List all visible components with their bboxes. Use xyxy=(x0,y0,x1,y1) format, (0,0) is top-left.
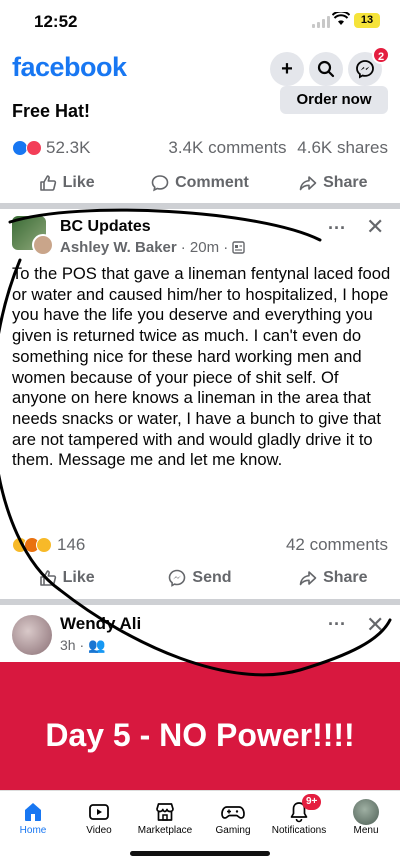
post-share-button[interactable]: Share xyxy=(267,560,400,596)
nav-video[interactable]: Video xyxy=(64,799,134,836)
post-reactions[interactable]: 146 xyxy=(12,535,85,555)
post-body: To the POS that gave a lineman fentynal … xyxy=(12,264,391,470)
avatar-icon xyxy=(353,799,379,825)
signal-icon xyxy=(312,16,330,28)
post2-author[interactable]: Wendy Ali xyxy=(60,614,141,634)
notifications-badge: 9+ xyxy=(302,794,322,810)
search-button[interactable] xyxy=(309,52,343,86)
nav-home-label: Home xyxy=(19,825,47,836)
nav-marketplace[interactable]: Marketplace xyxy=(130,799,200,836)
sad-reaction-icon xyxy=(36,537,52,553)
nav-gaming[interactable]: Gaming xyxy=(198,799,268,836)
messenger-icon xyxy=(356,60,374,79)
love-reaction-icon xyxy=(26,140,42,156)
post-meta: Ashley W. Baker · 20m · xyxy=(60,239,245,256)
gaming-icon xyxy=(221,806,245,819)
facebook-logo[interactable]: facebook xyxy=(12,52,127,83)
close-icon: ✕ xyxy=(366,214,385,239)
home-indicator[interactable] xyxy=(130,851,270,856)
marketplace-icon xyxy=(156,803,174,821)
ad-shares-count[interactable]: 4.6K shares xyxy=(297,138,388,157)
ad-comments-count[interactable]: 3.4K comments xyxy=(168,138,286,157)
post-like-button[interactable]: Like xyxy=(0,560,133,596)
author-avatar[interactable] xyxy=(32,234,54,256)
post-comments-count[interactable]: 42 comments xyxy=(286,535,388,555)
messenger-send-icon xyxy=(169,569,186,587)
wifi-icon xyxy=(331,10,351,30)
feed-divider xyxy=(0,203,400,209)
create-button[interactable]: + xyxy=(270,52,304,86)
nav-home[interactable]: Home xyxy=(0,799,68,836)
share-button[interactable]: Share xyxy=(267,165,400,201)
post-hide-button[interactable]: ✕ xyxy=(366,214,384,240)
battery-indicator: 13 xyxy=(354,13,380,28)
thumbs-up-icon xyxy=(39,175,56,191)
nav-gaming-label: Gaming xyxy=(215,825,251,836)
post2-meta: 3h · 👥 xyxy=(60,637,105,654)
post-time[interactable]: · 20m · xyxy=(181,239,229,256)
close-icon: ✕ xyxy=(366,612,385,637)
post-reaction-count: 146 xyxy=(57,535,86,554)
nav-menu-label: Menu xyxy=(353,825,379,836)
ad-action-bar: Like Comment Share xyxy=(0,165,400,201)
plus-icon: + xyxy=(281,57,293,80)
post-like-label: Like xyxy=(62,569,95,586)
video-icon xyxy=(89,804,109,820)
nav-notifications[interactable]: Notifications xyxy=(264,799,334,836)
search-icon xyxy=(317,60,335,78)
post2-banner-text: Day 5 - NO Power!!!! xyxy=(45,717,355,753)
nav-marketplace-label: Marketplace xyxy=(137,825,193,836)
post-action-bar: Like Send Share xyxy=(0,560,400,596)
nav-menu[interactable]: Menu xyxy=(331,799,400,836)
like-button[interactable]: Like xyxy=(0,165,133,201)
share-icon xyxy=(299,571,317,586)
friends-icon: 👥 xyxy=(88,637,106,653)
share-icon xyxy=(299,176,317,191)
group-name[interactable]: BC Updates xyxy=(60,218,151,236)
post2-time[interactable]: 3h · xyxy=(60,637,84,653)
messenger-badge: 2 xyxy=(372,46,390,64)
post-send-label: Send xyxy=(192,569,232,586)
ad-reactions[interactable]: 52.3K xyxy=(12,138,90,158)
comment-label: Comment xyxy=(175,174,249,191)
post2-more-button[interactable]: ··· xyxy=(328,614,346,635)
post2-hide-button[interactable]: ✕ xyxy=(366,612,384,638)
status-bar: 12:52 13 xyxy=(0,0,400,44)
share-label: Share xyxy=(323,174,368,191)
post-engagement-row: 146 42 comments xyxy=(0,533,400,557)
order-now-button[interactable]: Order now xyxy=(280,86,388,114)
post-author[interactable]: Ashley W. Baker xyxy=(60,239,177,256)
comment-button[interactable]: Comment xyxy=(133,165,266,201)
ad-reaction-count: 52.3K xyxy=(46,138,91,157)
nav-notifications-label: Notifications xyxy=(271,825,327,836)
post-share-label: Share xyxy=(323,569,368,586)
post-send-button[interactable]: Send xyxy=(133,560,266,596)
feed-divider xyxy=(0,599,400,605)
nav-video-label: Video xyxy=(86,825,112,836)
comment-icon xyxy=(151,175,169,192)
status-time: 12:52 xyxy=(34,12,78,31)
post-more-button[interactable]: ··· xyxy=(328,218,346,239)
like-label: Like xyxy=(62,174,95,191)
group-privacy-icon xyxy=(232,241,245,254)
home-icon xyxy=(25,803,41,821)
wendy-avatar[interactable] xyxy=(12,615,52,655)
ad-title[interactable]: Free Hat! xyxy=(12,101,90,122)
ad-engagement-row: 52.3K 3.4K comments 4.6K shares xyxy=(0,134,400,162)
thumbs-up-icon xyxy=(39,570,56,586)
